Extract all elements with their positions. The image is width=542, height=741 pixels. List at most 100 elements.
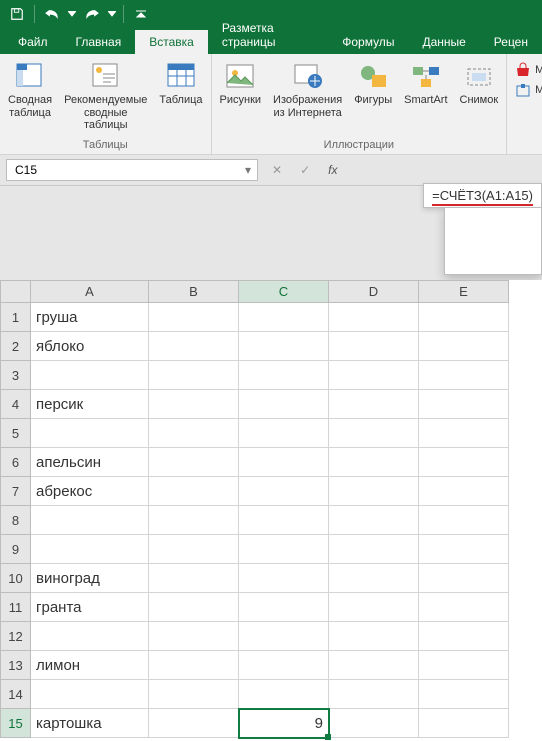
cell[interactable] — [149, 390, 239, 419]
cell[interactable] — [419, 593, 509, 622]
row-header[interactable]: 5 — [1, 419, 31, 448]
cell[interactable] — [239, 361, 329, 390]
cell[interactable] — [329, 680, 419, 709]
cell[interactable] — [31, 506, 149, 535]
cell[interactable] — [149, 506, 239, 535]
cell[interactable] — [149, 332, 239, 361]
cell[interactable] — [419, 390, 509, 419]
row-header[interactable]: 9 — [1, 535, 31, 564]
name-box-input[interactable] — [13, 162, 77, 178]
tab-file[interactable]: Файл — [4, 30, 62, 54]
col-header-C[interactable]: C — [239, 281, 329, 303]
cell[interactable] — [239, 593, 329, 622]
cell[interactable]: груша — [31, 303, 149, 332]
cell[interactable]: лимон — [31, 651, 149, 680]
redo-dropdown-icon[interactable] — [107, 3, 117, 25]
cell[interactable] — [31, 419, 149, 448]
store-button[interactable]: Ма — [515, 62, 542, 78]
cell[interactable]: апельсин — [31, 448, 149, 477]
cell[interactable] — [149, 303, 239, 332]
cell[interactable] — [419, 361, 509, 390]
customize-qat-icon[interactable] — [130, 3, 152, 25]
cell[interactable] — [419, 506, 509, 535]
cell[interactable]: гранта — [31, 593, 149, 622]
name-box[interactable]: ▾ — [6, 159, 258, 181]
smartart-button[interactable]: SmartArt — [398, 58, 453, 109]
cell[interactable] — [239, 680, 329, 709]
row-header[interactable]: 12 — [1, 622, 31, 651]
cell[interactable] — [239, 419, 329, 448]
col-header-D[interactable]: D — [329, 281, 419, 303]
row-header[interactable]: 8 — [1, 506, 31, 535]
cell[interactable] — [149, 448, 239, 477]
shapes-button[interactable]: Фигуры — [348, 58, 398, 109]
cell[interactable] — [149, 419, 239, 448]
cell[interactable] — [329, 506, 419, 535]
cell[interactable] — [149, 622, 239, 651]
cell[interactable] — [239, 564, 329, 593]
tab-review[interactable]: Рецен — [480, 30, 542, 54]
cell[interactable] — [239, 303, 329, 332]
cell[interactable] — [419, 680, 509, 709]
cell[interactable] — [149, 361, 239, 390]
cell[interactable] — [239, 651, 329, 680]
my-addins-button[interactable]: Мс — [515, 82, 542, 98]
undo-dropdown-icon[interactable] — [67, 3, 77, 25]
cell[interactable] — [149, 535, 239, 564]
cell[interactable]: персик — [31, 390, 149, 419]
cancel-formula-icon[interactable]: ✕ — [268, 163, 286, 177]
cell[interactable] — [419, 651, 509, 680]
pictures-button[interactable]: Рисунки — [214, 58, 268, 109]
save-icon[interactable] — [6, 3, 28, 25]
cell[interactable]: абрекос — [31, 477, 149, 506]
tab-home[interactable]: Главная — [62, 30, 136, 54]
cell[interactable] — [329, 622, 419, 651]
cell[interactable] — [419, 535, 509, 564]
col-header-B[interactable]: B — [149, 281, 239, 303]
cell[interactable] — [329, 564, 419, 593]
cell[interactable]: яблоко — [31, 332, 149, 361]
row-header[interactable]: 13 — [1, 651, 31, 680]
cell[interactable] — [31, 680, 149, 709]
cell[interactable] — [419, 419, 509, 448]
cell[interactable] — [31, 622, 149, 651]
cell-selected[interactable]: 9 — [239, 709, 329, 738]
tab-formulas[interactable]: Формулы — [328, 30, 408, 54]
tab-insert[interactable]: Вставка — [135, 30, 208, 54]
cell[interactable] — [149, 477, 239, 506]
row-header[interactable]: 2 — [1, 332, 31, 361]
cell[interactable] — [329, 419, 419, 448]
cell[interactable] — [239, 332, 329, 361]
cell[interactable] — [419, 448, 509, 477]
spreadsheet-grid[interactable]: A B C D E 1груша 2яблоко 3 4персик 5 6ап… — [0, 280, 542, 741]
cell[interactable] — [419, 477, 509, 506]
row-header[interactable]: 6 — [1, 448, 31, 477]
row-header[interactable]: 15 — [1, 709, 31, 738]
cell[interactable] — [329, 448, 419, 477]
cell[interactable] — [31, 535, 149, 564]
fx-icon[interactable]: fx — [324, 163, 341, 177]
cell[interactable] — [239, 622, 329, 651]
cell[interactable] — [149, 680, 239, 709]
row-header[interactable]: 4 — [1, 390, 31, 419]
screenshot-button[interactable]: Снимок — [454, 58, 505, 109]
cell[interactable] — [419, 332, 509, 361]
row-header[interactable]: 14 — [1, 680, 31, 709]
cell[interactable] — [329, 535, 419, 564]
cell[interactable] — [329, 651, 419, 680]
cell[interactable] — [419, 622, 509, 651]
online-pictures-button[interactable]: Изображения из Интернета — [267, 58, 348, 121]
name-box-dropdown-icon[interactable]: ▾ — [245, 163, 251, 177]
tab-data[interactable]: Данные — [408, 30, 479, 54]
enter-formula-icon[interactable]: ✓ — [296, 163, 314, 177]
cell[interactable] — [239, 390, 329, 419]
cell[interactable] — [329, 361, 419, 390]
cell[interactable] — [239, 448, 329, 477]
cell[interactable] — [419, 564, 509, 593]
cell[interactable] — [239, 535, 329, 564]
cell[interactable] — [149, 709, 239, 738]
cell[interactable] — [329, 477, 419, 506]
pivot-table-button[interactable]: Сводная таблица — [2, 58, 58, 121]
cell[interactable] — [239, 477, 329, 506]
row-header[interactable]: 1 — [1, 303, 31, 332]
